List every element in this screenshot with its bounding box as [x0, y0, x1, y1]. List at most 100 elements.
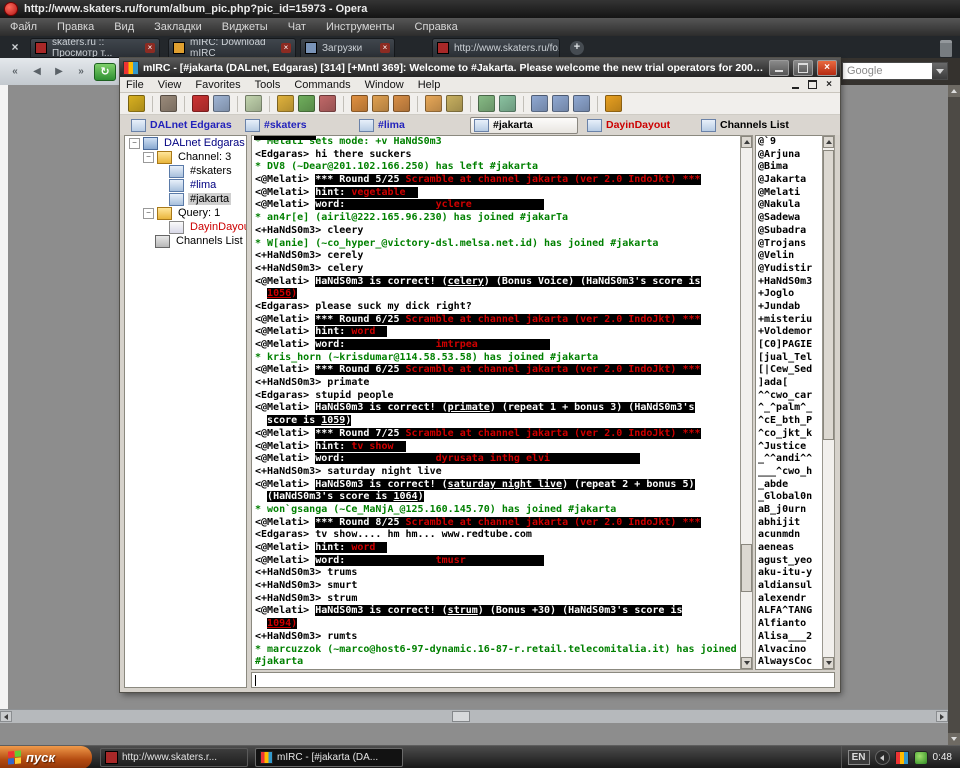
close-button[interactable]: ×	[817, 60, 837, 76]
nick-list-item[interactable]: _Global0n	[756, 491, 822, 504]
vertical-scrollbar[interactable]	[948, 85, 960, 745]
nick-list-item[interactable]: @Sadewa	[756, 212, 822, 225]
nick-scroll-up-icon[interactable]	[823, 136, 834, 148]
cascade-icon[interactable]	[531, 95, 548, 112]
nick-list-item[interactable]: aku-itu-y	[756, 567, 822, 580]
nick-list-item[interactable]: +HaNdS0m3	[756, 276, 822, 289]
nick-list-item[interactable]: @`9	[756, 136, 822, 149]
start-button[interactable]: пуск	[0, 746, 92, 768]
mdi-close-button[interactable]: ×	[822, 79, 836, 91]
userlist-icon[interactable]	[425, 95, 442, 112]
mdi-restore-button[interactable]	[805, 79, 819, 91]
switchbar-tab[interactable]: DayinDayout	[584, 117, 692, 134]
nick-list-item[interactable]: agust_yeo	[756, 555, 822, 568]
switchbar-tab[interactable]: DALnet Edgaras	[128, 117, 236, 134]
scroll-down-icon[interactable]	[948, 733, 960, 745]
language-indicator[interactable]: EN	[848, 750, 870, 765]
nick-list-item[interactable]: Alvacino	[756, 644, 822, 657]
tree-item[interactable]: Channels List	[125, 234, 246, 248]
nick-list-item[interactable]: ^Justice	[756, 441, 822, 454]
nick-list-item[interactable]: acunmdn	[756, 529, 822, 542]
forward-icon[interactable]: ▶	[50, 64, 68, 80]
tree-expander-icon[interactable]: −	[143, 152, 154, 163]
fast-forward-icon[interactable]: »	[72, 64, 90, 80]
nick-list-item[interactable]: @Trojans	[756, 238, 822, 251]
tree-item[interactable]: −DALnet Edgaras	[125, 136, 246, 150]
tree-expander-icon[interactable]: −	[129, 138, 140, 149]
browser-tab[interactable]: http://www.skaters.ru/fo...×	[432, 38, 560, 58]
mirc-menu-item[interactable]: View	[158, 79, 182, 91]
favorites-icon[interactable]	[192, 95, 209, 112]
tile-horizontal-icon[interactable]	[552, 95, 569, 112]
mirc-menu-item[interactable]: File	[126, 79, 144, 91]
status-window-icon[interactable]	[499, 95, 516, 112]
panels-toggle-icon[interactable]: ×	[6, 39, 24, 55]
help-icon[interactable]	[605, 95, 622, 112]
mirc-menu-item[interactable]: Window	[365, 79, 404, 91]
opera-menu-item[interactable]: Правка	[57, 21, 94, 33]
colors-icon[interactable]	[319, 95, 336, 112]
nick-list-item[interactable]: @Arjuna	[756, 149, 822, 162]
tree-expander-icon[interactable]: −	[143, 208, 154, 219]
horizontal-scroll-thumb[interactable]	[452, 711, 470, 722]
channel-window-icon[interactable]	[478, 95, 495, 112]
nick-list-item[interactable]: @Velin	[756, 250, 822, 263]
tree-item[interactable]: #lima	[125, 178, 246, 192]
tray-mirc-icon[interactable]	[895, 751, 909, 765]
nick-list-item[interactable]: @Melati	[756, 187, 822, 200]
taskbar-button[interactable]: mIRC - [#jakarta (DA...	[255, 748, 403, 767]
nick-scroll-down-icon[interactable]	[823, 657, 834, 669]
opera-menu-item[interactable]: Закладки	[154, 21, 202, 33]
notify-icon[interactable]	[393, 95, 410, 112]
nick-list-item[interactable]: +misteriu	[756, 314, 822, 327]
nick-list-item[interactable]: aldiansul	[756, 580, 822, 593]
nick-list-item[interactable]: ^_^palm^_	[756, 402, 822, 415]
tab-close-icon[interactable]: ×	[380, 43, 390, 53]
nick-list-item[interactable]: _^^andi^^	[756, 453, 822, 466]
nick-list-item[interactable]: ALFA^TANG	[756, 605, 822, 618]
back-icon[interactable]: ◀	[28, 64, 46, 80]
opera-menu-item[interactable]: Инструменты	[326, 21, 395, 33]
nick-list-item[interactable]: @Bima	[756, 161, 822, 174]
nick-list-item[interactable]: Alfianto	[756, 618, 822, 631]
nick-list-item[interactable]: +Joglo	[756, 288, 822, 301]
scroll-right-icon[interactable]	[936, 711, 948, 722]
nick-list-item[interactable]: abhijit	[756, 517, 822, 530]
tree-item[interactable]: #skaters	[125, 164, 246, 178]
reload-icon[interactable]: ↻	[94, 63, 116, 81]
nick-list-item[interactable]: @Jakarta	[756, 174, 822, 187]
opera-menu-item[interactable]: Чат	[288, 21, 306, 33]
browser-tab[interactable]: Загрузки×	[300, 38, 395, 58]
nick-list-item[interactable]: +Jundab	[756, 301, 822, 314]
nick-scroll-thumb[interactable]	[823, 150, 834, 440]
tree-item[interactable]: −Query: 1	[125, 206, 246, 220]
chat-scroll-down-icon[interactable]	[741, 657, 752, 669]
opera-menu-item[interactable]: Вид	[114, 21, 134, 33]
nick-list-item[interactable]: AlwaysCoc	[756, 656, 822, 669]
message-input[interactable]	[251, 672, 835, 688]
nick-list-item[interactable]: ]ada[	[756, 377, 822, 390]
nick-list-item[interactable]: aB_j0urn	[756, 504, 822, 517]
nick-list-item[interactable]: ^cE_bth_P	[756, 415, 822, 428]
mdi-minimize-button[interactable]	[788, 79, 802, 91]
tile-vertical-icon[interactable]	[573, 95, 590, 112]
nick-list-item[interactable]: +Voldemor	[756, 326, 822, 339]
rewind-icon[interactable]: «	[6, 64, 24, 80]
scroll-up-icon[interactable]	[948, 85, 960, 97]
address-book-icon[interactable]	[277, 95, 294, 112]
tray-antivirus-icon[interactable]	[914, 751, 928, 765]
nick-list-item[interactable]: @Yudistir	[756, 263, 822, 276]
keys-icon[interactable]	[446, 95, 463, 112]
timer-icon[interactable]	[298, 95, 315, 112]
nick-list-item[interactable]: [jual_Tel	[756, 352, 822, 365]
search-box[interactable]: Google	[842, 62, 948, 80]
chat-scroll-up-icon[interactable]	[741, 136, 752, 148]
scroll-left-icon[interactable]	[0, 711, 12, 722]
nick-list-item[interactable]: [|Cew_Sed	[756, 364, 822, 377]
scripts-editor-icon[interactable]	[245, 95, 262, 112]
tab-close-icon[interactable]: ×	[145, 43, 155, 53]
mirc-menu-item[interactable]: Commands	[294, 79, 350, 91]
nick-list-item[interactable]: @Nakula	[756, 199, 822, 212]
tree-item[interactable]: DayinDayout	[125, 220, 246, 234]
switchbar-tab[interactable]: #lima	[356, 117, 464, 134]
